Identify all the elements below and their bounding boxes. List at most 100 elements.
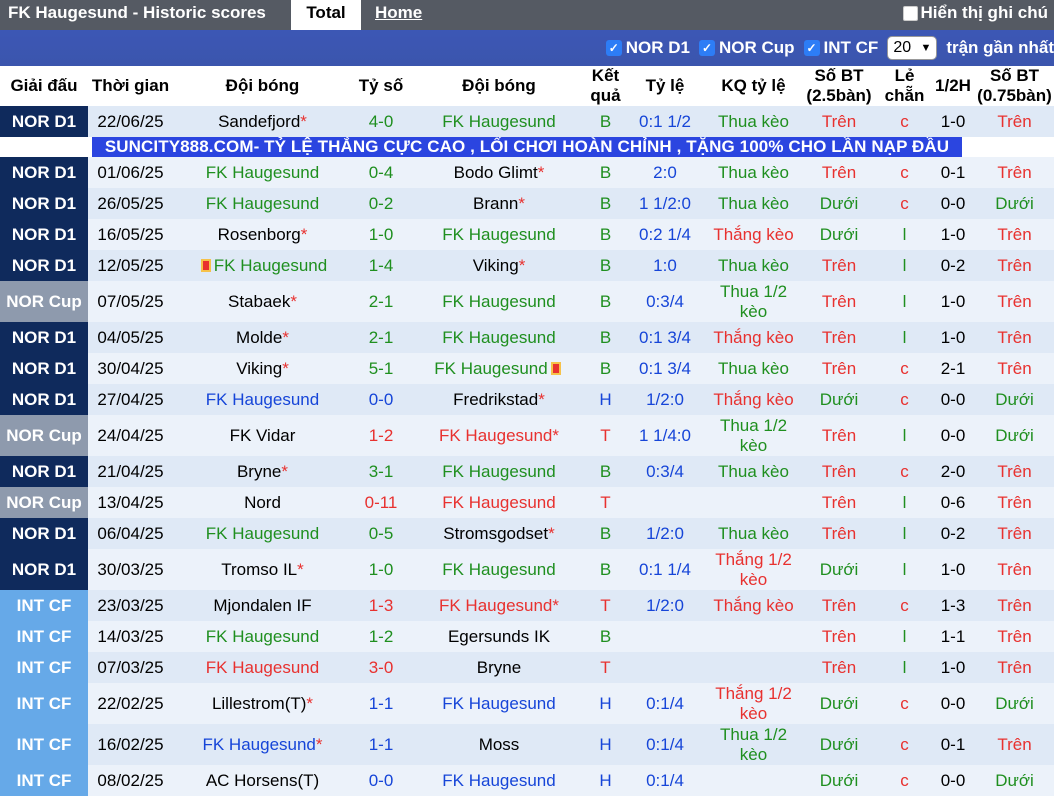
away-team[interactable]: Bryne (410, 652, 588, 683)
match-score[interactable]: 0-0 (352, 384, 410, 415)
league-badge[interactable]: NOR Cup (0, 281, 88, 322)
match-score[interactable]: 1-1 (352, 724, 410, 765)
home-team[interactable]: Stabaek* (173, 281, 352, 322)
away-team[interactable]: Stromsgodset* (410, 518, 588, 549)
match-count-select[interactable]: 20 ▼ (887, 36, 938, 60)
tab-home[interactable]: Home (375, 0, 422, 30)
home-team[interactable]: FK Haugesund (173, 652, 352, 683)
league-badge[interactable]: NOR D1 (0, 456, 88, 487)
away-team[interactable]: Brann* (410, 188, 588, 219)
league-badge[interactable]: NOR D1 (0, 188, 88, 219)
home-team[interactable]: FK Haugesund (173, 157, 352, 188)
table-row: NOR D1 30/04/25 Viking* 5-1 FK Haugesund B 0:1… (0, 353, 1054, 384)
home-team[interactable]: Rosenborg* (173, 219, 352, 250)
league-badge[interactable]: INT CF (0, 590, 88, 621)
match-score[interactable]: 1-2 (352, 621, 410, 652)
match-score[interactable]: 2-1 (352, 281, 410, 322)
away-team[interactable]: Bodo Glimt* (410, 157, 588, 188)
league-badge[interactable]: NOR D1 (0, 384, 88, 415)
favorite-marker: * (552, 595, 560, 615)
league-badge[interactable]: NOR D1 (0, 353, 88, 384)
home-team[interactable]: Tromso IL* (173, 549, 352, 590)
checkmark-icon[interactable]: ✓ (803, 40, 820, 56)
away-team[interactable]: FK Haugesund (410, 683, 588, 724)
away-team[interactable]: FK Haugesund (410, 456, 588, 487)
league-badge[interactable]: NOR D1 (0, 250, 88, 281)
show-notes-toggle[interactable]: Hiển thị ghi chú (902, 0, 1054, 26)
match-score[interactable]: 1-2 (352, 415, 410, 456)
away-team[interactable]: FK Haugesund (410, 549, 588, 590)
home-team[interactable]: FK Haugesund* (173, 724, 352, 765)
match-score[interactable]: 3-1 (352, 456, 410, 487)
away-team[interactable]: FK Haugesund (410, 487, 588, 518)
col-header-league: Giải đấu (0, 66, 88, 106)
show-notes-checkbox[interactable] (902, 5, 918, 21)
league-badge[interactable]: NOR Cup (0, 415, 88, 456)
home-team[interactable]: Mjondalen IF (173, 590, 352, 621)
table-row: NOR D1 12/05/25 FK Haugesund 1-4 Viking* B 1:0… (0, 250, 1054, 281)
match-score[interactable]: 0-4 (352, 157, 410, 188)
away-team[interactable]: FK Haugesund* (410, 415, 588, 456)
league-badge[interactable]: INT CF (0, 765, 88, 796)
away-team[interactable]: FK Haugesund (410, 281, 588, 322)
home-team[interactable]: Molde* (173, 322, 352, 353)
match-score[interactable]: 4-0 (352, 106, 410, 137)
match-score[interactable]: 0-0 (352, 765, 410, 796)
home-team[interactable]: FK Haugesund (173, 621, 352, 652)
home-team[interactable]: Nord (173, 487, 352, 518)
team-name: FK Haugesund (442, 461, 556, 481)
home-team[interactable]: Lillestrom(T)* (173, 683, 352, 724)
home-team[interactable]: Bryne* (173, 456, 352, 487)
checkmark-icon[interactable]: ✓ (699, 40, 715, 56)
away-team[interactable]: FK Haugesund* (410, 590, 588, 621)
away-team[interactable]: FK Haugesund (410, 765, 588, 796)
league-badge[interactable]: NOR D1 (0, 219, 88, 250)
league-badge[interactable]: NOR D1 (0, 322, 88, 353)
home-team[interactable]: FK Haugesund (173, 250, 352, 281)
home-team[interactable]: Viking* (173, 353, 352, 384)
match-result: B (588, 621, 623, 652)
checkmark-icon[interactable]: ✓ (605, 40, 622, 56)
league-badge[interactable]: INT CF (0, 621, 88, 652)
match-score[interactable]: 2-1 (352, 322, 410, 353)
match-score[interactable]: 0-5 (352, 518, 410, 549)
away-team[interactable]: Fredrikstad* (410, 384, 588, 415)
away-team[interactable]: Moss (410, 724, 588, 765)
away-team[interactable]: FK Haugesund (410, 219, 588, 250)
match-score[interactable]: 0-2 (352, 188, 410, 219)
match-score[interactable]: 3-0 (352, 652, 410, 683)
match-score[interactable]: 1-0 (352, 219, 410, 250)
filter-nor-cup[interactable]: ✓ NOR Cup (699, 38, 795, 58)
home-team[interactable]: FK Vidar (173, 415, 352, 456)
league-badge[interactable]: NOR D1 (0, 518, 88, 549)
league-badge[interactable]: INT CF (0, 683, 88, 724)
tab-total[interactable]: Total (291, 0, 361, 30)
match-score[interactable]: 1-4 (352, 250, 410, 281)
home-team[interactable]: FK Haugesund (173, 518, 352, 549)
match-score[interactable]: 1-3 (352, 590, 410, 621)
away-team[interactable]: Viking* (410, 250, 588, 281)
match-score[interactable]: 5-1 (352, 353, 410, 384)
league-badge[interactable]: NOR D1 (0, 549, 88, 590)
away-team[interactable]: FK Haugesund (410, 106, 588, 137)
league-badge[interactable]: NOR D1 (0, 106, 88, 137)
home-team[interactable]: FK Haugesund (173, 384, 352, 415)
home-team[interactable]: Sandefjord* (173, 106, 352, 137)
home-team[interactable]: AC Horsens(T) (173, 765, 352, 796)
away-team[interactable]: FK Haugesund (410, 353, 588, 384)
away-team[interactable]: FK Haugesund (410, 322, 588, 353)
league-badge[interactable]: INT CF (0, 652, 88, 683)
match-score[interactable]: 1-0 (352, 549, 410, 590)
home-team[interactable]: FK Haugesund (173, 188, 352, 219)
league-badge[interactable]: NOR Cup (0, 487, 88, 518)
league-badge[interactable]: NOR D1 (0, 157, 88, 188)
odd-even: c (878, 456, 931, 487)
filter-nor-d1[interactable]: ✓ NOR D1 (605, 38, 690, 58)
filter-int-cf[interactable]: ✓ INT CF (803, 38, 878, 58)
match-score[interactable]: 0-11 (352, 487, 410, 518)
ad-banner[interactable]: SUNCITY888.COM- TỶ LỆ THẮNG CỰC CAO , LỐ… (92, 137, 962, 157)
match-score[interactable]: 1-1 (352, 683, 410, 724)
away-team[interactable]: Egersunds IK (410, 621, 588, 652)
league-badge[interactable]: INT CF (0, 724, 88, 765)
match-result: B (588, 106, 623, 137)
